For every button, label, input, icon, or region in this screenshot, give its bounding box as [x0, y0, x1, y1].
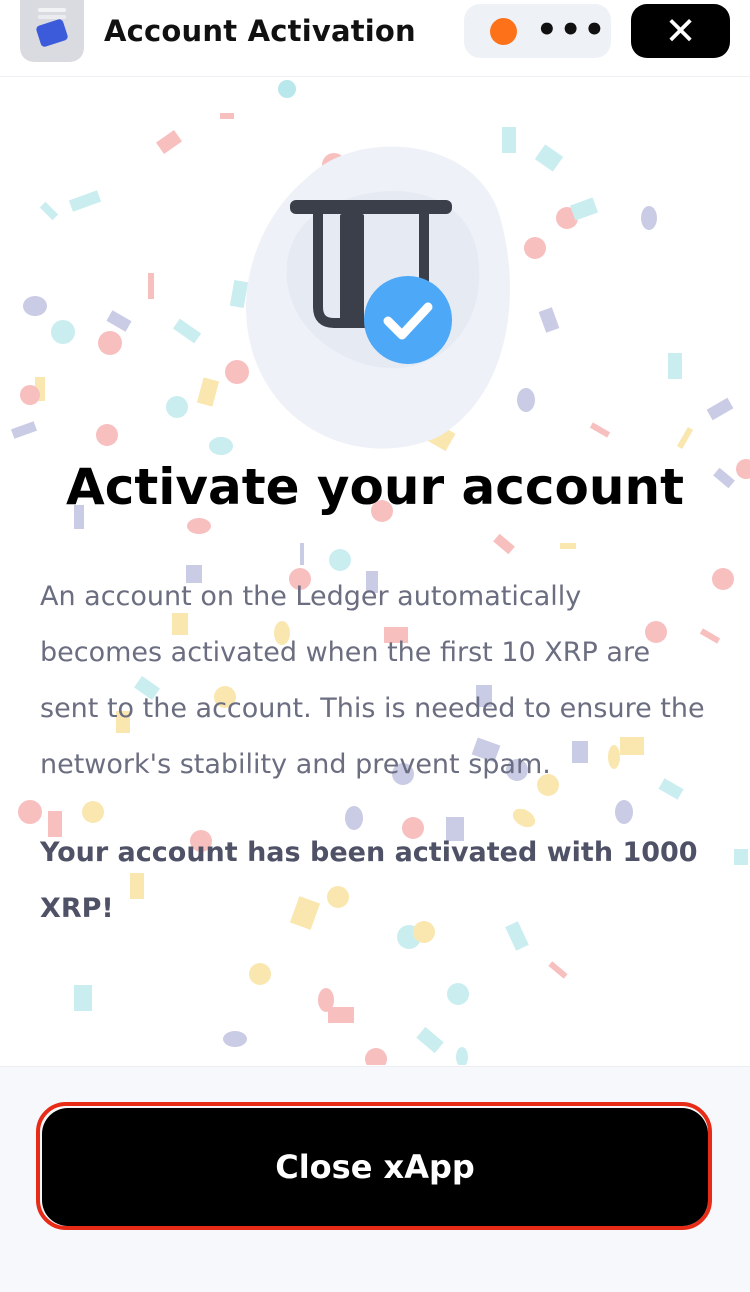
- footer: Close xApp: [0, 1066, 750, 1292]
- status-dot-icon: [490, 18, 517, 45]
- more-icon[interactable]: •••: [536, 10, 607, 50]
- page-title: Activate your account: [66, 458, 684, 516]
- main-content: Activate your account An account on the …: [0, 77, 750, 1065]
- card-reader-icon: [246, 146, 511, 449]
- app-header: Account Activation ••• ✕: [0, 0, 750, 77]
- menu-pill[interactable]: •••: [464, 4, 611, 58]
- app-icon[interactable]: [20, 0, 84, 62]
- close-button[interactable]: ✕: [631, 4, 730, 58]
- close-xapp-button[interactable]: Close xApp: [42, 1108, 708, 1226]
- activation-status-text: Your account has been activated with 100…: [40, 837, 698, 924]
- header-title: Account Activation: [104, 14, 416, 48]
- description-text: An account on the Ledger automatically b…: [40, 581, 705, 780]
